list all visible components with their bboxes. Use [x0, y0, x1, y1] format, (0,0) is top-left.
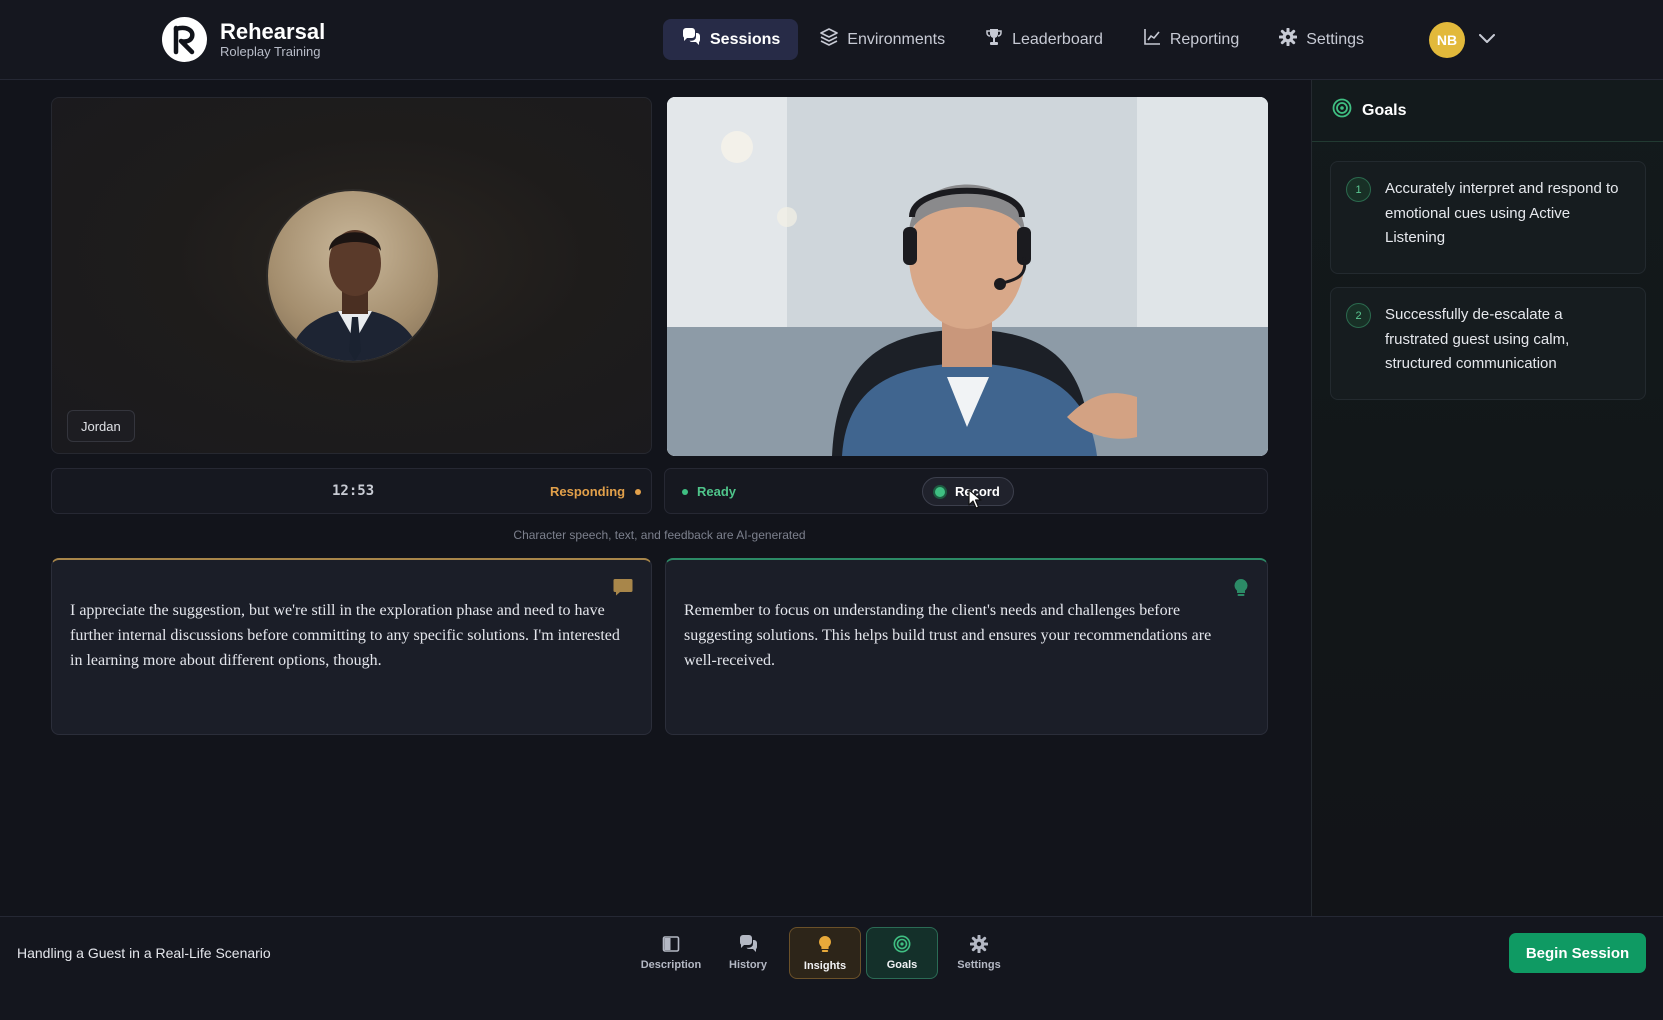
main-nav: Sessions Environments Leaderboard Report…	[663, 19, 1386, 60]
tool-label: Description	[640, 959, 702, 971]
brand[interactable]: Rehearsal Roleplay Training	[162, 17, 325, 62]
target-icon	[893, 935, 911, 959]
tool-description-button[interactable]: Description	[635, 927, 707, 979]
user-menu[interactable]: NB	[1429, 22, 1495, 58]
top-navbar: Rehearsal Roleplay Training Sessions Env…	[0, 0, 1663, 80]
nav-environments[interactable]: Environments	[802, 19, 963, 60]
chevron-down-icon[interactable]	[1479, 31, 1495, 49]
nav-reporting[interactable]: Reporting	[1125, 19, 1257, 60]
character-message-text: I appreciate the suggestion, but we're s…	[70, 602, 620, 669]
bottom-toolbar: Handling a Guest in a Real-Life Scenario…	[0, 916, 1663, 1020]
brand-logo-icon	[162, 17, 207, 62]
goals-title: Goals	[1362, 101, 1407, 119]
scenario-title: Handling a Guest in a Real-Life Scenario	[17, 945, 271, 961]
goal-item: 2 Successfully de-escalate a frustrated …	[1330, 287, 1646, 400]
nav-label: Reporting	[1169, 30, 1240, 48]
nav-settings[interactable]: Settings	[1261, 19, 1382, 60]
book-icon	[662, 935, 680, 959]
nav-label: Sessions	[710, 30, 781, 48]
tool-label: History	[729, 959, 767, 971]
tool-label: Goals	[886, 959, 918, 971]
brand-subtitle: Roleplay Training	[220, 43, 321, 59]
session-timer: 12:53	[332, 483, 375, 499]
begin-session-button[interactable]: Begin Session	[1509, 933, 1646, 973]
session-tools: Description History Insights Goals Setti…	[635, 927, 1020, 979]
nav-label: Environments	[847, 30, 946, 48]
nav-label: Leaderboard	[1012, 30, 1103, 48]
goal-number: 2	[1346, 303, 1371, 328]
lightbulb-icon	[817, 935, 833, 960]
brand-name: Rehearsal	[220, 18, 326, 44]
user-webcam-panel	[667, 97, 1268, 456]
character-status-bar: 12:53 Responding	[51, 468, 652, 514]
goal-item: 1 Accurately interpret and respond to em…	[1330, 161, 1646, 274]
gear-icon	[1278, 27, 1306, 51]
avatar[interactable]: NB	[1429, 22, 1465, 58]
tool-label: Settings	[957, 959, 1001, 971]
tool-insights-button[interactable]: Insights	[789, 927, 861, 979]
character-status: Responding	[550, 484, 642, 499]
tool-history-button[interactable]: History	[712, 927, 784, 979]
goal-text: Successfully de-escalate a frustrated gu…	[1385, 306, 1570, 372]
ai-disclaimer: Character speech, text, and feedback are…	[513, 528, 806, 542]
record-dot-icon	[935, 486, 945, 497]
goal-number: 1	[1346, 177, 1371, 202]
nav-label: Settings	[1306, 30, 1365, 48]
user-status: Ready	[682, 484, 736, 499]
layers-icon	[820, 28, 847, 51]
chart-line-icon	[1143, 28, 1170, 51]
tool-goals-button[interactable]: Goals	[866, 927, 938, 979]
webcam-feed-image	[667, 97, 1268, 456]
character-portrait	[266, 189, 440, 363]
chat-bubbles-icon	[738, 935, 758, 959]
goals-sidebar: Goals 1 Accurately interpret and respond…	[1311, 80, 1663, 916]
character-video-panel: Jordan	[51, 97, 652, 454]
insight-message-card: Remember to focus on understanding the c…	[665, 558, 1268, 735]
user-status-bar: Ready Record	[664, 468, 1268, 514]
user-status-label: Ready	[697, 484, 737, 499]
character-status-label: Responding	[550, 484, 626, 499]
trophy-icon	[985, 28, 1012, 51]
nav-sessions[interactable]: Sessions	[663, 19, 799, 60]
goal-text: Accurately interpret and respond to emot…	[1385, 180, 1619, 246]
tool-settings-button[interactable]: Settings	[943, 927, 1015, 979]
chat-bubbles-icon	[681, 28, 710, 51]
character-message-card: I appreciate the suggestion, but we're s…	[51, 558, 652, 735]
target-icon	[1332, 98, 1352, 123]
tool-label: Insights	[803, 959, 847, 972]
mouse-pointer-icon	[968, 489, 982, 514]
insight-message-text: Remember to focus on understanding the c…	[684, 602, 1212, 669]
character-name-tag: Jordan	[67, 410, 135, 442]
goals-header: Goals	[1312, 80, 1663, 142]
status-dot-icon	[635, 488, 642, 495]
status-dot-icon	[682, 488, 688, 495]
nav-leaderboard[interactable]: Leaderboard	[967, 19, 1121, 60]
app-root: Rehearsal Roleplay Training Sessions Env…	[0, 0, 1663, 1020]
gear-icon	[969, 934, 989, 959]
